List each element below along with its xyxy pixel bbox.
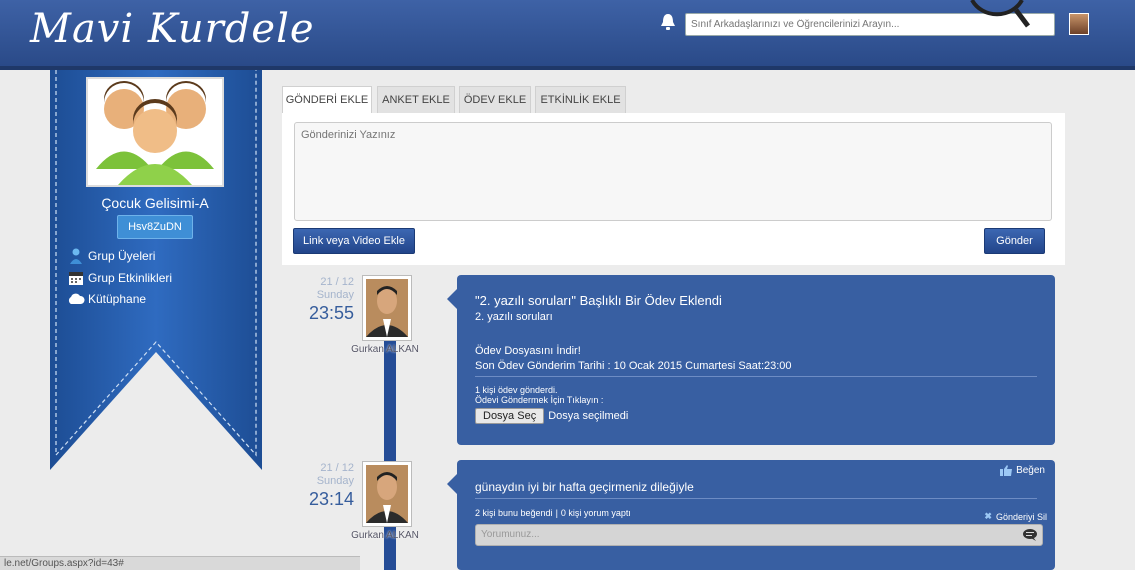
browser-status-bar: le.net/Groups.aspx?id=43#: [0, 556, 360, 570]
author-photo[interactable]: [362, 461, 412, 527]
choose-file-button[interactable]: Dosya Seç: [475, 408, 545, 424]
add-link-video-button[interactable]: Link veya Video Ekle: [293, 228, 415, 254]
post-time: 23:55: [308, 303, 354, 323]
notification-bell-icon[interactable]: [660, 13, 676, 31]
thumbs-up-icon: [1000, 465, 1013, 476]
post-timestamp: 21 / 12 Sunday 23:55: [296, 276, 354, 324]
calendar-icon: [69, 272, 83, 285]
delete-label: Gönderiyi Sil: [995, 511, 1047, 522]
send-button[interactable]: Gönder: [984, 228, 1045, 254]
post-time: 23:14: [308, 489, 354, 509]
top-header: Mavi Kurdele: [0, 0, 1135, 70]
tab-poll[interactable]: ANKET EKLE: [377, 86, 455, 113]
tab-homework[interactable]: ÖDEV EKLE: [459, 86, 531, 113]
deadline-text: Son Ödev Gönderim Tarihi : 10 Ocak 2015 …: [475, 360, 792, 372]
site-logo[interactable]: Mavi Kurdele: [30, 6, 315, 52]
delete-post-button[interactable]: ✖ Gönderiyi Sil: [984, 511, 1047, 522]
likes-count[interactable]: 2 kişi bunu beğendi: [475, 508, 553, 518]
close-icon: ✖: [984, 511, 992, 521]
nav-group-members[interactable]: Grup Üyeleri: [67, 248, 155, 264]
post-title: "2. yazılı soruları" Başlıklı Bir Ödev E…: [475, 293, 722, 308]
nav-group-events[interactable]: Grup Etkinlikleri: [67, 270, 172, 286]
post-textarea[interactable]: [294, 122, 1052, 221]
nav-label: Grup Üyeleri: [88, 249, 156, 263]
comment-input[interactable]: Yorumunuz...: [475, 524, 1043, 546]
text-post-card: Beğen günaydın iyi bir hafta geçirmeniz …: [447, 460, 1055, 570]
group-name: Çocuk Gelisimi-A: [101, 195, 209, 211]
nav-library[interactable]: Kütüphane: [67, 291, 146, 307]
stats-separator: |: [555, 508, 558, 518]
file-status: Dosya seçilmedi: [548, 410, 629, 422]
tab-event[interactable]: ETKİNLİK EKLE: [535, 86, 626, 113]
user-avatar[interactable]: [1069, 13, 1089, 35]
nav-label: Grup Etkinlikleri: [88, 271, 173, 285]
like-button[interactable]: Beğen: [1000, 465, 1045, 476]
cloud-icon: [68, 293, 85, 304]
download-homework-link[interactable]: Ödev Dosyasını İndir!: [475, 345, 1037, 357]
comments-count: 0 kişi yorum yaptı: [560, 508, 631, 518]
homework-post-card: "2. yazılı soruları" Başlıklı Bir Ödev E…: [447, 275, 1055, 445]
author-name[interactable]: Gurkan ALKAN: [345, 344, 425, 355]
speech-bubble-icon[interactable]: [1022, 528, 1038, 542]
tab-post[interactable]: GÖNDERİ EKLE: [282, 86, 372, 114]
search-icon[interactable]: [970, 0, 1030, 32]
post-day: Sunday: [316, 475, 354, 487]
submitted-count: 1 kişi ödev gönderdi.: [475, 385, 558, 395]
post-day: Sunday: [316, 289, 354, 301]
author-photo[interactable]: [362, 275, 412, 341]
post-subtitle: 2. yazılı soruları: [475, 311, 553, 323]
author-name[interactable]: Gurkan ALKAN: [345, 530, 425, 541]
post-date: 21 / 12: [320, 462, 354, 474]
post-stats: 2 kişi bunu beğendi | 0 kişi yorum yaptı: [475, 508, 1037, 518]
post-date: 21 / 12: [320, 276, 354, 288]
group-image: [86, 77, 224, 187]
post-timestamp: 21 / 12 Sunday 23:14: [296, 462, 354, 510]
group-code-button[interactable]: Hsv8ZuDN: [117, 215, 193, 239]
post-text: günaydın iyi bir hafta geçirmeniz dileği…: [475, 480, 694, 494]
comment-placeholder: Yorumunuz...: [481, 529, 540, 540]
group-members-icon: [70, 248, 82, 264]
nav-label: Kütüphane: [88, 292, 147, 306]
like-label: Beğen: [1016, 465, 1045, 476]
submit-hint: Ödevi Göndermek İçin Tıklayın :: [475, 395, 604, 405]
